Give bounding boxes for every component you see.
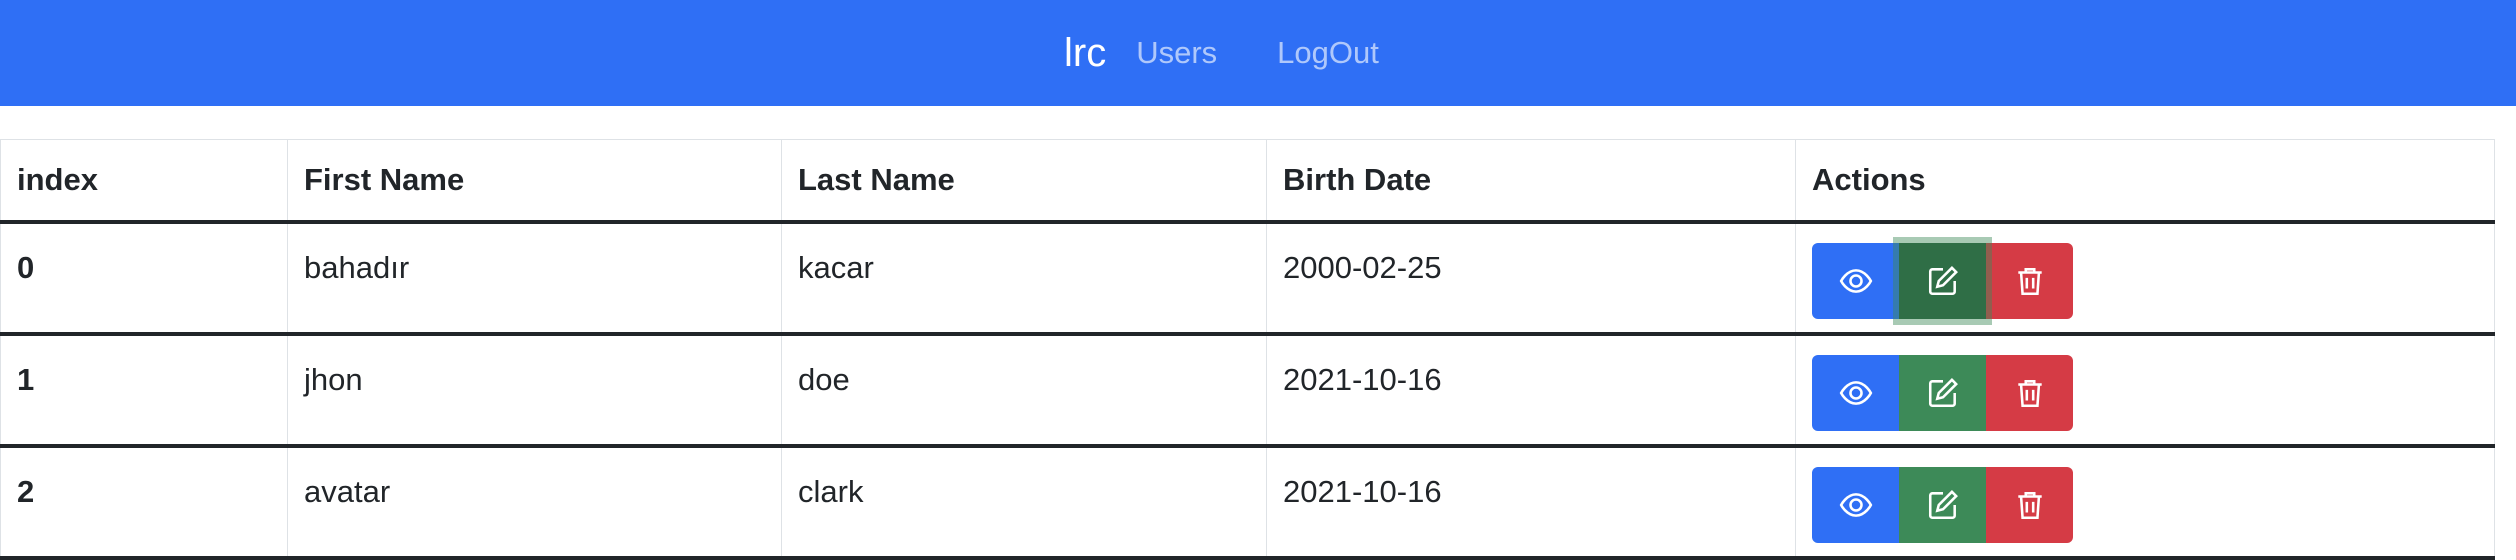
delete-button[interactable] <box>1986 354 2073 431</box>
cell-last-name: clark <box>781 445 1267 560</box>
view-button[interactable] <box>1812 242 1899 319</box>
cell-index: 1 <box>0 333 288 448</box>
cell-birth-date: 2021-10-16 <box>1266 333 1796 448</box>
header-index: index <box>0 139 288 224</box>
users-table-container: index First Name Last Name Birth Date Ac… <box>0 139 2495 560</box>
delete-button[interactable] <box>1986 242 2073 319</box>
table-header-row: index First Name Last Name Birth Date Ac… <box>0 139 2495 224</box>
table-row: 1 jhon doe 2021-10-16 <box>0 333 2495 448</box>
row-actions <box>1812 466 2478 543</box>
cell-actions <box>1795 221 2495 336</box>
eye-icon <box>1839 492 1872 517</box>
cell-last-name: kacar <box>781 221 1267 336</box>
trash-icon <box>2017 379 2042 407</box>
view-button[interactable] <box>1812 466 1899 543</box>
cell-first-name: bahadır <box>287 221 782 336</box>
cell-first-name: avatar <box>287 445 782 560</box>
delete-button[interactable] <box>1986 466 2073 543</box>
cell-index: 0 <box>0 221 288 336</box>
table-row: 2 avatar clark 2021-10-16 <box>0 445 2495 560</box>
header-birth-date: Birth Date <box>1266 139 1796 224</box>
header-first-name: First Name <box>287 139 782 224</box>
cell-birth-date: 2000-02-25 <box>1266 221 1796 336</box>
eye-icon <box>1839 380 1872 405</box>
edit-button[interactable] <box>1899 354 1986 431</box>
trash-icon <box>2017 267 2042 295</box>
cell-actions <box>1795 333 2495 448</box>
row-actions <box>1812 242 2478 319</box>
brand-link[interactable]: lrc <box>1064 31 1106 76</box>
edit-button[interactable] <box>1899 242 1986 319</box>
table-row: 0 bahadır kacar 2000-02-25 <box>0 221 2495 336</box>
header-actions: Actions <box>1795 139 2495 224</box>
header-last-name: Last Name <box>781 139 1267 224</box>
eye-icon <box>1839 268 1872 293</box>
cell-first-name: jhon <box>287 333 782 448</box>
pencil-square-icon <box>1928 377 1958 407</box>
cell-birth-date: 2021-10-16 <box>1266 445 1796 560</box>
pencil-square-icon <box>1928 489 1958 519</box>
cell-last-name: doe <box>781 333 1267 448</box>
pencil-square-icon <box>1928 265 1958 295</box>
view-button[interactable] <box>1812 354 1899 431</box>
top-navbar: lrc Users LogOut <box>0 0 2516 106</box>
nav-link-logout[interactable]: LogOut <box>1277 35 1379 71</box>
nav-link-users[interactable]: Users <box>1136 35 1217 71</box>
cell-index: 2 <box>0 445 288 560</box>
nav-links: lrc Users LogOut <box>1064 0 1439 106</box>
trash-icon <box>2017 491 2042 519</box>
users-table: index First Name Last Name Birth Date Ac… <box>0 139 2495 560</box>
cell-actions <box>1795 445 2495 560</box>
row-actions <box>1812 354 2478 431</box>
edit-button[interactable] <box>1899 466 1986 543</box>
